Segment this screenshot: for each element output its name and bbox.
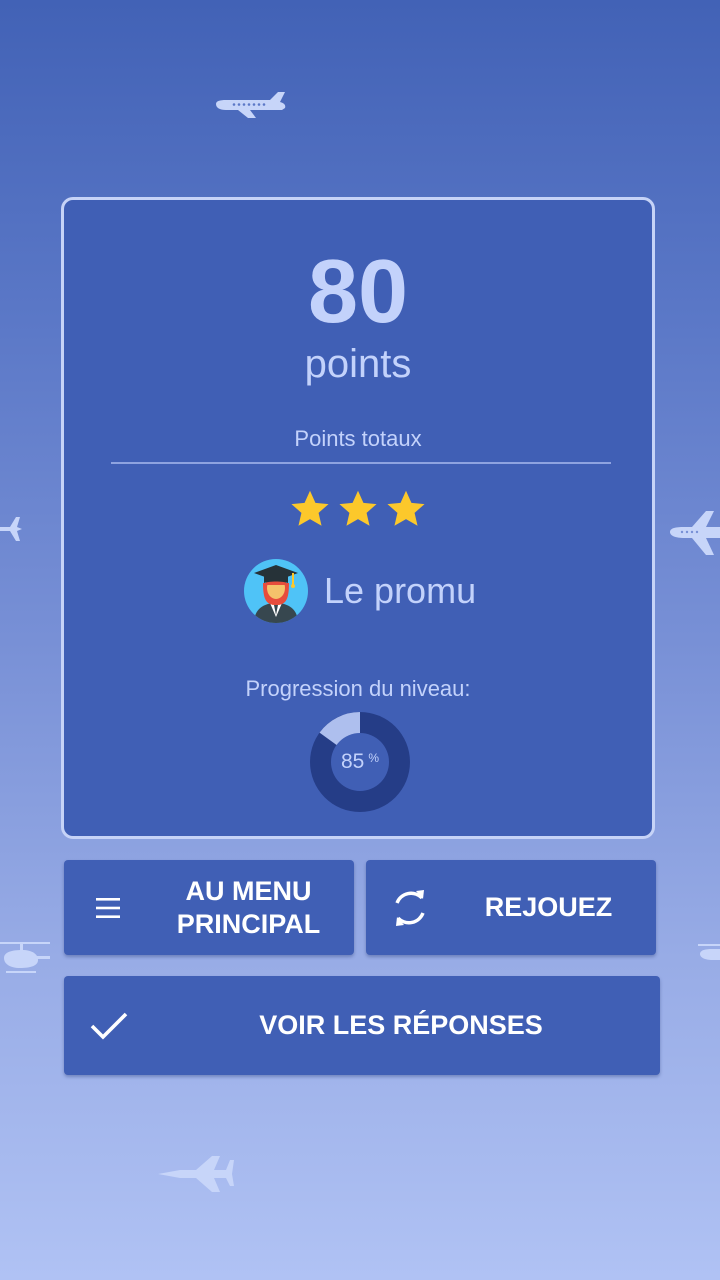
- main-menu-button[interactable]: AU MENU PRINCIPAL: [64, 860, 354, 955]
- replay-button[interactable]: REJOUEZ: [366, 860, 656, 955]
- background-plane-left-icon: [0, 517, 22, 541]
- show-answers-button[interactable]: VOIR LES RÉPONSES: [64, 976, 660, 1075]
- result-card: 80 points Points totaux Le promu Progres…: [61, 197, 655, 839]
- background-airliner-right-icon: [670, 511, 720, 555]
- progress-label: Progression du niveau:: [245, 676, 471, 701]
- star-rating: [64, 488, 652, 530]
- divider: [111, 462, 611, 464]
- main-menu-label-line2: PRINCIPAL: [176, 908, 321, 939]
- total-points-label: Points totaux: [294, 426, 422, 451]
- main-menu-label: AU MENU PRINCIPAL: [156, 860, 341, 955]
- star-icon: [339, 490, 377, 526]
- background-airliner-icon: [216, 92, 286, 118]
- background-helicopter-right-icon: [698, 944, 720, 960]
- refresh-icon: [395, 889, 425, 926]
- graduate-avatar-icon: [244, 559, 308, 623]
- rank-label: Le promu: [324, 570, 477, 611]
- progress-readout: 85 %: [310, 712, 410, 812]
- checkmark-icon: [90, 1012, 128, 1040]
- progress-value: 85: [340, 750, 365, 773]
- score-unit: points: [304, 342, 412, 386]
- progress-unit: %: [368, 751, 380, 765]
- show-answers-label: VOIR LES RÉPONSES: [259, 1010, 543, 1040]
- background-fighter-jet-icon: [158, 1156, 234, 1192]
- rank-row: Le promu: [244, 559, 476, 623]
- replay-label: REJOUEZ: [484, 892, 613, 922]
- menu-icon: [96, 897, 120, 918]
- background-helicopter-icon: [0, 942, 50, 973]
- main-menu-label-line1: AU MENU: [185, 875, 312, 906]
- star-icon: [387, 490, 425, 526]
- star-icon: [291, 490, 329, 526]
- score-value: 80: [307, 242, 409, 342]
